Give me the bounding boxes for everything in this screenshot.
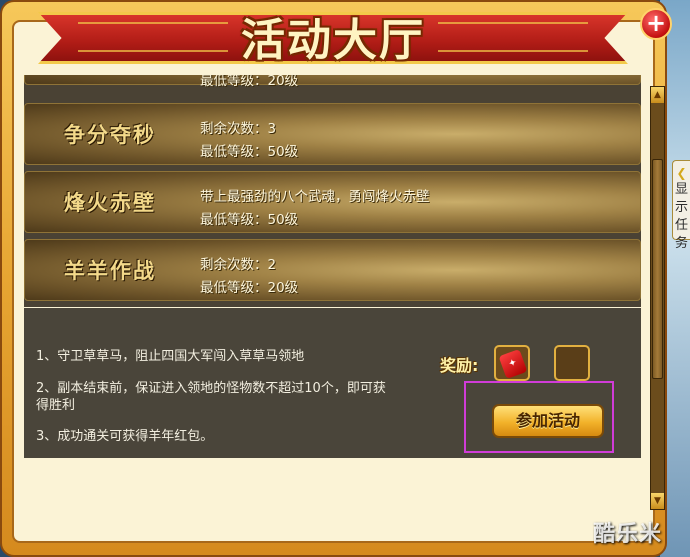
side-tab-char: 务 — [674, 236, 688, 251]
activity-min-level: 最低等级：20级 — [200, 75, 299, 89]
activity-list: 最低等级：20级 争分夺秒 剩余次数：3 最低等级：50级 烽火赤壁 带上最强劲… — [24, 75, 641, 307]
activity-min-level: 最低等级：50级 — [200, 212, 299, 228]
highlight-box — [464, 381, 614, 453]
reward-slot[interactable] — [554, 345, 590, 381]
side-tab-char: 显 — [674, 182, 688, 197]
activity-item[interactable]: 烽火赤壁 带上最强劲的八个武魂，勇闯烽火赤壁 最低等级：50级 — [24, 171, 641, 233]
activity-name: 羊羊作战 — [64, 258, 156, 283]
activity-name: 烽火赤壁 — [64, 190, 156, 215]
activity-item[interactable]: 争分夺秒 剩余次数：3 最低等级：50级 — [24, 103, 641, 165]
reward-slot[interactable]: ✦ — [494, 345, 530, 381]
scroll-thumb[interactable] — [652, 159, 663, 379]
activity-remaining: 剩余次数：3 — [200, 121, 277, 137]
watermark: 酷乐米 — [593, 522, 663, 547]
reward-label: 奖励: — [440, 356, 479, 375]
activity-description: 带上最强劲的八个武魂，勇闯烽火赤壁 — [200, 189, 430, 205]
window-title: 活动大厅 — [241, 15, 425, 66]
title-banner: 活动大厅 — [38, 0, 628, 70]
detail-line-3: 3、成功通关可获得羊年红包。 — [36, 429, 214, 444]
activity-name — [25, 75, 195, 84]
activity-min-level: 最低等级：50级 — [200, 144, 299, 160]
activity-remaining: 剩余次数：2 — [200, 257, 277, 273]
show-tasks-tab[interactable]: ❮ 显 示 任 务 — [672, 160, 690, 251]
detail-line-1: 1、守卫草草马，阻止四国大军闯入草草马领地 — [36, 349, 305, 364]
chevron-left-icon: ❮ — [676, 166, 687, 180]
side-tab-char: 示 — [674, 200, 688, 215]
scroll-up-icon[interactable]: ▲ — [651, 87, 664, 103]
scrollbar[interactable]: ▲ ▼ — [650, 86, 665, 510]
activity-min-level: 最低等级：20级 — [200, 280, 299, 296]
activity-item[interactable]: 羊羊作战 剩余次数：2 最低等级：20级 — [24, 239, 641, 301]
scroll-down-icon[interactable]: ▼ — [651, 493, 664, 509]
close-button[interactable]: + — [640, 8, 672, 40]
side-tab-char: 任 — [674, 218, 688, 233]
activity-item[interactable]: 最低等级：20级 — [24, 75, 641, 89]
detail-line-2: 2、副本结束前，保证进入领地的怪物数不超过10个，即可获得胜利 — [36, 381, 386, 413]
red-envelope-icon: ✦ — [498, 348, 528, 380]
activity-name: 争分夺秒 — [64, 122, 156, 147]
